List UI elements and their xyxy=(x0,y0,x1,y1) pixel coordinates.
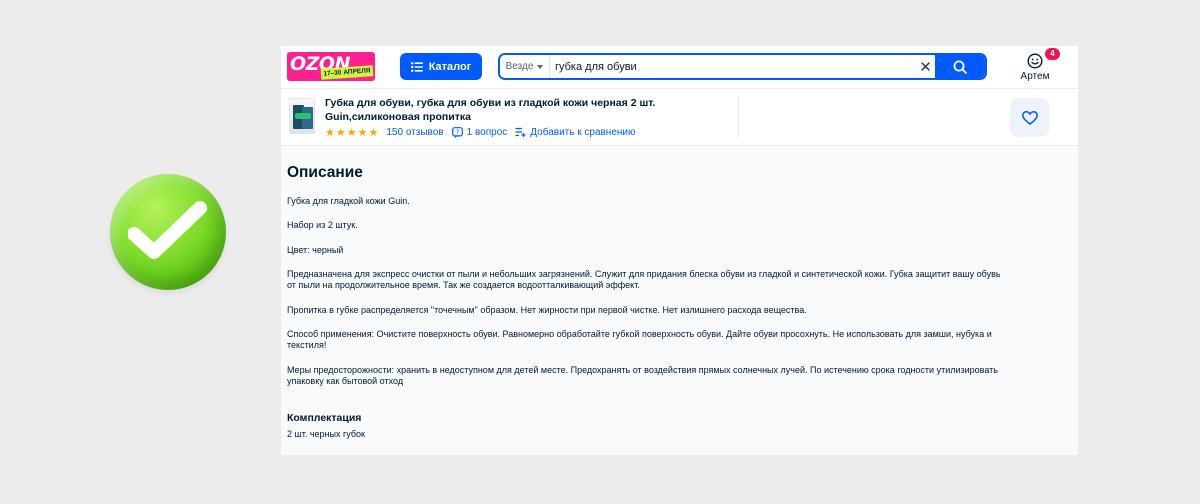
description-paragraph: Пропитка в губке распределяется "точечны… xyxy=(287,304,807,315)
clear-icon[interactable] xyxy=(920,61,931,72)
compare-link[interactable]: Добавить к сравнению xyxy=(515,126,636,138)
search-input[interactable] xyxy=(551,55,936,78)
star-icon: ★ xyxy=(368,126,379,139)
notification-badge: 4 xyxy=(1045,48,1060,60)
favorite-button[interactable] xyxy=(1010,98,1049,137)
chevron-down-icon xyxy=(537,64,544,69)
description-section: Описание Губка для гладкой кожи Guin. На… xyxy=(281,146,1078,455)
catalog-button[interactable]: Каталог xyxy=(400,53,482,80)
ozon-logo[interactable]: OZON 17–30 АПРЕЛЯ xyxy=(287,52,375,81)
description-paragraph: Набор из 2 штук. xyxy=(287,220,358,231)
user-smile-icon xyxy=(1027,53,1043,69)
user-name: Артем xyxy=(1020,71,1050,82)
product-strip: Губка для обуви, губка для обуви из глад… xyxy=(281,89,1078,145)
search-icon xyxy=(953,60,967,74)
star-icon: ★ xyxy=(346,126,357,139)
search-bar: Везде xyxy=(498,53,987,80)
product-meta: ★ ★ ★ ★ ★ 150 отзывов ? 1 вопрос Добавит… xyxy=(325,125,636,139)
star-icon: ★ xyxy=(335,126,346,139)
description-paragraph: Способ применения: Очистите поверхность … xyxy=(287,328,992,351)
questions-label: 1 вопрос xyxy=(466,126,508,138)
search-scope-label: Везде xyxy=(505,61,534,72)
description-paragraph: Меры предосторожности: хранить в недосту… xyxy=(287,364,998,387)
product-thumbnail[interactable] xyxy=(289,98,315,134)
star-icon: ★ xyxy=(357,126,368,139)
logo-promo: 17–30 АПРЕЛЯ xyxy=(320,65,374,80)
description-paragraph: Губка для гладкой кожи Guin. xyxy=(287,196,410,206)
svg-text:?: ? xyxy=(455,128,459,136)
description-body: Губка для гладкой кожи Guin. Набор из 2 … xyxy=(287,196,1009,401)
question-icon: ? xyxy=(451,126,463,138)
description-title: Описание xyxy=(287,164,363,181)
kit-text: 2 шт. черных губок xyxy=(287,429,365,439)
search-button[interactable] xyxy=(935,55,985,78)
check-mark-icon xyxy=(110,174,226,290)
site-header: OZON 17–30 АПРЕЛЯ Каталог Везде губка дл… xyxy=(281,46,1078,88)
description-paragraph: Предназначена для экспресс очистки от пы… xyxy=(287,268,1001,291)
compare-icon xyxy=(515,127,526,137)
reviews-link[interactable]: 150 отзывов xyxy=(386,127,443,138)
questions-link[interactable]: ? 1 вопрос xyxy=(451,126,508,138)
heart-icon xyxy=(1021,110,1038,125)
catalog-label: Каталог xyxy=(428,60,472,73)
product-title: Губка для обуви, губка для обуви из глад… xyxy=(325,97,656,123)
search-scope-select[interactable]: Везде xyxy=(500,55,550,78)
user-account[interactable]: 4 Артем xyxy=(1011,48,1060,84)
star-icon: ★ xyxy=(325,126,335,139)
compare-label: Добавить к сравнению xyxy=(530,126,636,138)
kit-title: Комплектация xyxy=(287,412,362,424)
menu-icon xyxy=(410,61,423,72)
description-paragraph: Цвет: черный xyxy=(287,244,344,255)
rating-stars[interactable]: ★ ★ ★ ★ ★ xyxy=(325,126,378,139)
strip-separator xyxy=(738,96,739,138)
ozon-product-panel: OZON 17–30 АПРЕЛЯ Каталог Везде губка дл… xyxy=(281,46,1078,455)
